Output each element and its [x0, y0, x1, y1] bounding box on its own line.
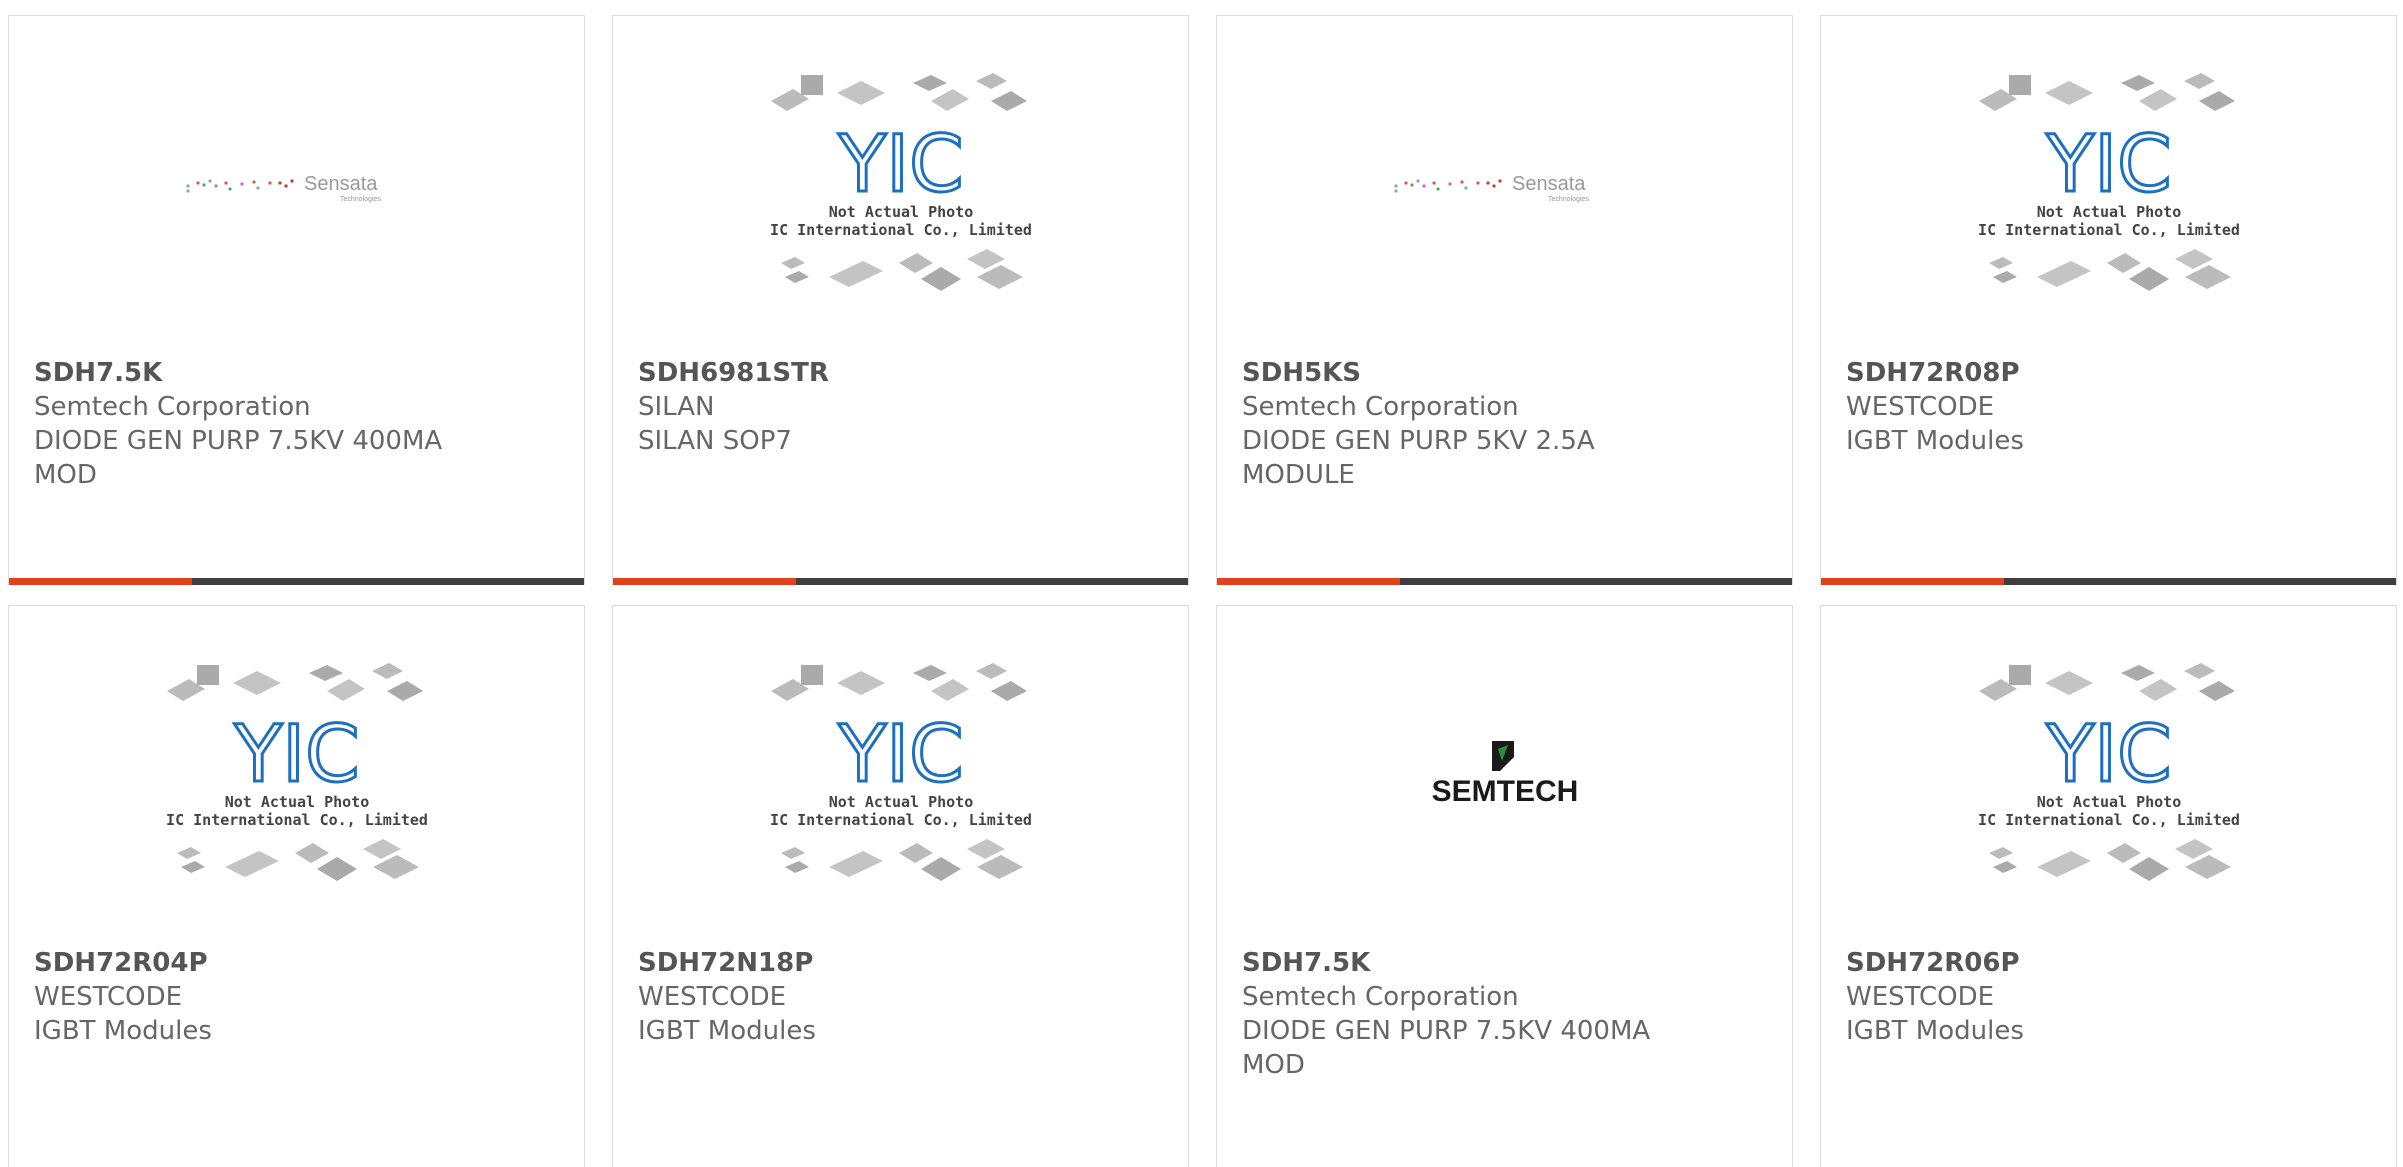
part-number[interactable]: SDH72R08P [1846, 356, 2376, 390]
part-number[interactable]: SDH72R06P [1846, 946, 2376, 980]
yic-logo: YIC [837, 120, 963, 210]
description: DIODE GEN PURP 5KV 2.5A MODULE [1242, 426, 1595, 490]
product-image[interactable]: SEMTECH [1217, 606, 1792, 946]
placeholder-line1: Not Actual Photo [2036, 203, 2181, 221]
sensata-logo: Sensata Technologies [1393, 173, 1589, 203]
placeholder-line1: Not Actual Photo [828, 203, 973, 221]
sensata-logo: Sensata Technologies [185, 173, 381, 203]
sensata-brand: Sensata [304, 173, 378, 195]
manufacturer: Semtech Corporation [1242, 392, 1519, 422]
yic-placeholder-image: YIC Not Actual Photo YIC International C… [1978, 663, 2239, 881]
placeholder-line1: Not Actual Photo [2036, 793, 2181, 811]
description: DIODE GEN PURP 7.5KV 400MA MOD [1242, 1016, 1651, 1080]
placeholder-line2: YIC International Co., Limited. [1979, 811, 2239, 829]
product-image[interactable]: YIC Not Actual Photo YIC International C… [9, 606, 584, 946]
manufacturer: WESTCODE [1846, 982, 1995, 1012]
product-image[interactable]: YIC Not Actual Photo YIC International C… [613, 606, 1188, 946]
semtech-logo: SEMTECH [1431, 741, 1578, 808]
sensata-brand: Sensata [1512, 173, 1586, 195]
product-image[interactable]: YIC Not Actual Photo YIC International C… [613, 16, 1188, 356]
product-card[interactable]: YIC Not Actual Photo YIC International C… [1820, 605, 2397, 1167]
card-accent-bar [1217, 578, 1792, 585]
product-card[interactable]: Sensata Technologies SDH7.5K Semtech Cor… [8, 15, 585, 585]
product-image[interactable]: Sensata Technologies [1217, 16, 1792, 356]
placeholder-line2: YIC International Co., Limited. [771, 811, 1031, 829]
product-card[interactable]: Sensata Technologies SDH5KS Semtech Corp… [1216, 15, 1793, 585]
yic-logo: YIC [2045, 710, 2171, 800]
yic-placeholder-image: YIC Not Actual Photo YIC International C… [1978, 73, 2239, 291]
yic-logo: YIC [837, 710, 963, 800]
manufacturer: Semtech Corporation [1242, 982, 1519, 1012]
description: IGBT Modules [638, 1016, 816, 1046]
product-card[interactable]: YIC Not Actual Photo YIC International C… [612, 605, 1189, 1167]
product-card[interactable]: YIC Not Actual Photo YIC International C… [8, 605, 585, 1167]
placeholder-line2: YIC International Co., Limited. [167, 811, 427, 829]
card-accent-bar [613, 578, 1188, 585]
semtech-brand: SEMTECH [1431, 775, 1578, 808]
yic-logo: YIC [233, 710, 359, 800]
product-card[interactable]: YIC Not Actual Photo YIC International C… [1820, 15, 2397, 585]
sensata-tagline: Technologies [340, 196, 381, 203]
placeholder-line2: YIC International Co., Limited. [1979, 221, 2239, 239]
description: DIODE GEN PURP 7.5KV 400MA MOD [34, 426, 443, 490]
placeholder-line1: Not Actual Photo [828, 793, 973, 811]
description: IGBT Modules [34, 1016, 212, 1046]
part-number[interactable]: SDH7.5K [1242, 946, 1772, 980]
description: IGBT Modules [1846, 1016, 2024, 1046]
yic-placeholder-image: YIC Not Actual Photo YIC International C… [166, 663, 427, 881]
card-accent-bar [9, 578, 584, 585]
yic-logo: YIC [2045, 120, 2171, 210]
part-number[interactable]: SDH5KS [1242, 356, 1772, 390]
part-number[interactable]: SDH72N18P [638, 946, 1168, 980]
manufacturer: SILAN [638, 392, 715, 422]
placeholder-line1: Not Actual Photo [224, 793, 369, 811]
yic-placeholder-image: YIC Not Actual Photo YIC International C… [770, 73, 1031, 291]
card-accent-bar [1821, 578, 2396, 585]
product-card[interactable]: SEMTECH SDH7.5K Semtech Corporation DIOD… [1216, 605, 1793, 1167]
part-number[interactable]: SDH7.5K [34, 356, 564, 390]
product-card[interactable]: YIC Not Actual Photo YIC International C… [612, 15, 1189, 585]
description: IGBT Modules [1846, 426, 2024, 456]
product-image[interactable]: YIC Not Actual Photo YIC International C… [1821, 16, 2396, 356]
sensata-tagline: Technologies [1548, 196, 1589, 203]
manufacturer: Semtech Corporation [34, 392, 311, 422]
yic-placeholder-image: YIC Not Actual Photo YIC International C… [770, 663, 1031, 881]
manufacturer: WESTCODE [1846, 392, 1995, 422]
manufacturer: WESTCODE [638, 982, 787, 1012]
part-number[interactable]: SDH6981STR [638, 356, 1168, 390]
placeholder-line2: YIC International Co., Limited. [771, 221, 1031, 239]
product-image[interactable]: YIC Not Actual Photo YIC International C… [1821, 606, 2396, 946]
manufacturer: WESTCODE [34, 982, 183, 1012]
description: SILAN SOP7 [638, 426, 792, 456]
part-number[interactable]: SDH72R04P [34, 946, 564, 980]
product-image[interactable]: Sensata Technologies [9, 16, 584, 356]
